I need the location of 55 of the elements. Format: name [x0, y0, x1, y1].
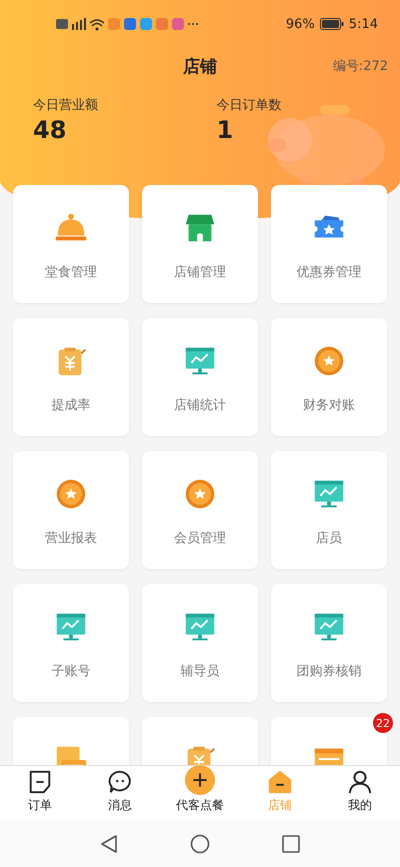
- wifi-icon: [90, 18, 104, 30]
- stat-label: 今日营业额: [33, 97, 99, 114]
- recents-icon[interactable]: [282, 834, 300, 852]
- store-number: 编号:272: [332, 58, 388, 75]
- order-icon: [27, 769, 53, 795]
- menu-label: 优惠券管理: [296, 264, 362, 281]
- menu-card[interactable]: 提成率: [13, 318, 129, 436]
- back-icon[interactable]: [100, 834, 118, 854]
- tab[interactable]: 订单: [0, 766, 80, 820]
- battery-percent: 96%: [286, 16, 315, 32]
- menu-card[interactable]: 子账号: [13, 584, 129, 702]
- menu-label: 财务对账: [303, 397, 355, 414]
- app-icon: [172, 18, 184, 30]
- battery-icon: [320, 18, 344, 30]
- menu-card[interactable]: 店铺统计: [142, 318, 258, 436]
- clock: 5:14: [348, 16, 378, 32]
- menu-card[interactable]: 营业报表: [13, 451, 129, 569]
- stat-label: 今日订单数: [216, 97, 282, 114]
- menu-card[interactable]: 店员: [271, 451, 387, 569]
- signal-icon: [72, 18, 86, 30]
- menu-label: 提成率: [52, 397, 90, 414]
- menu-label: 店员: [316, 530, 342, 547]
- menu-label: 店铺统计: [174, 397, 226, 414]
- home-icon[interactable]: [190, 834, 210, 854]
- count-badge: 22: [373, 713, 393, 733]
- tab[interactable]: 我的: [320, 766, 400, 820]
- app-icon: [140, 18, 152, 30]
- menu-card[interactable]: 财务对账: [271, 318, 387, 436]
- menu-card[interactable]: 辅导员: [142, 584, 258, 702]
- page-title: 店铺: [183, 56, 217, 78]
- menu-label: 会员管理: [174, 530, 226, 547]
- menu-label: 子账号: [52, 663, 90, 680]
- house-icon: [267, 769, 293, 795]
- tab[interactable]: 店铺: [240, 766, 320, 820]
- tab[interactable]: 代客点餐: [160, 766, 240, 820]
- app-icon: [156, 18, 168, 30]
- stat-value: 1: [216, 116, 234, 144]
- menu-card[interactable]: 优惠券管理: [271, 185, 387, 303]
- tab[interactable]: 消息: [80, 766, 160, 820]
- menu-card[interactable]: 会员管理: [142, 451, 258, 569]
- chat-icon: [107, 769, 133, 795]
- menu-card[interactable]: 团购券核销: [271, 584, 387, 702]
- menu-label: 营业报表: [45, 530, 97, 547]
- app-icon: [108, 18, 120, 30]
- menu-label: 店铺管理: [174, 264, 226, 281]
- menu-label: 辅导员: [180, 663, 220, 680]
- menu-card[interactable]: 堂食管理: [13, 185, 129, 303]
- menu-label: 堂食管理: [45, 264, 97, 281]
- stat-value: 48: [33, 116, 68, 144]
- plus-icon: [185, 765, 215, 795]
- hd-icon: [56, 19, 68, 29]
- person-icon: [347, 769, 373, 795]
- menu-label: 团购券核销: [296, 663, 362, 680]
- menu-card[interactable]: 店铺管理: [142, 185, 258, 303]
- app-icon: [124, 18, 136, 30]
